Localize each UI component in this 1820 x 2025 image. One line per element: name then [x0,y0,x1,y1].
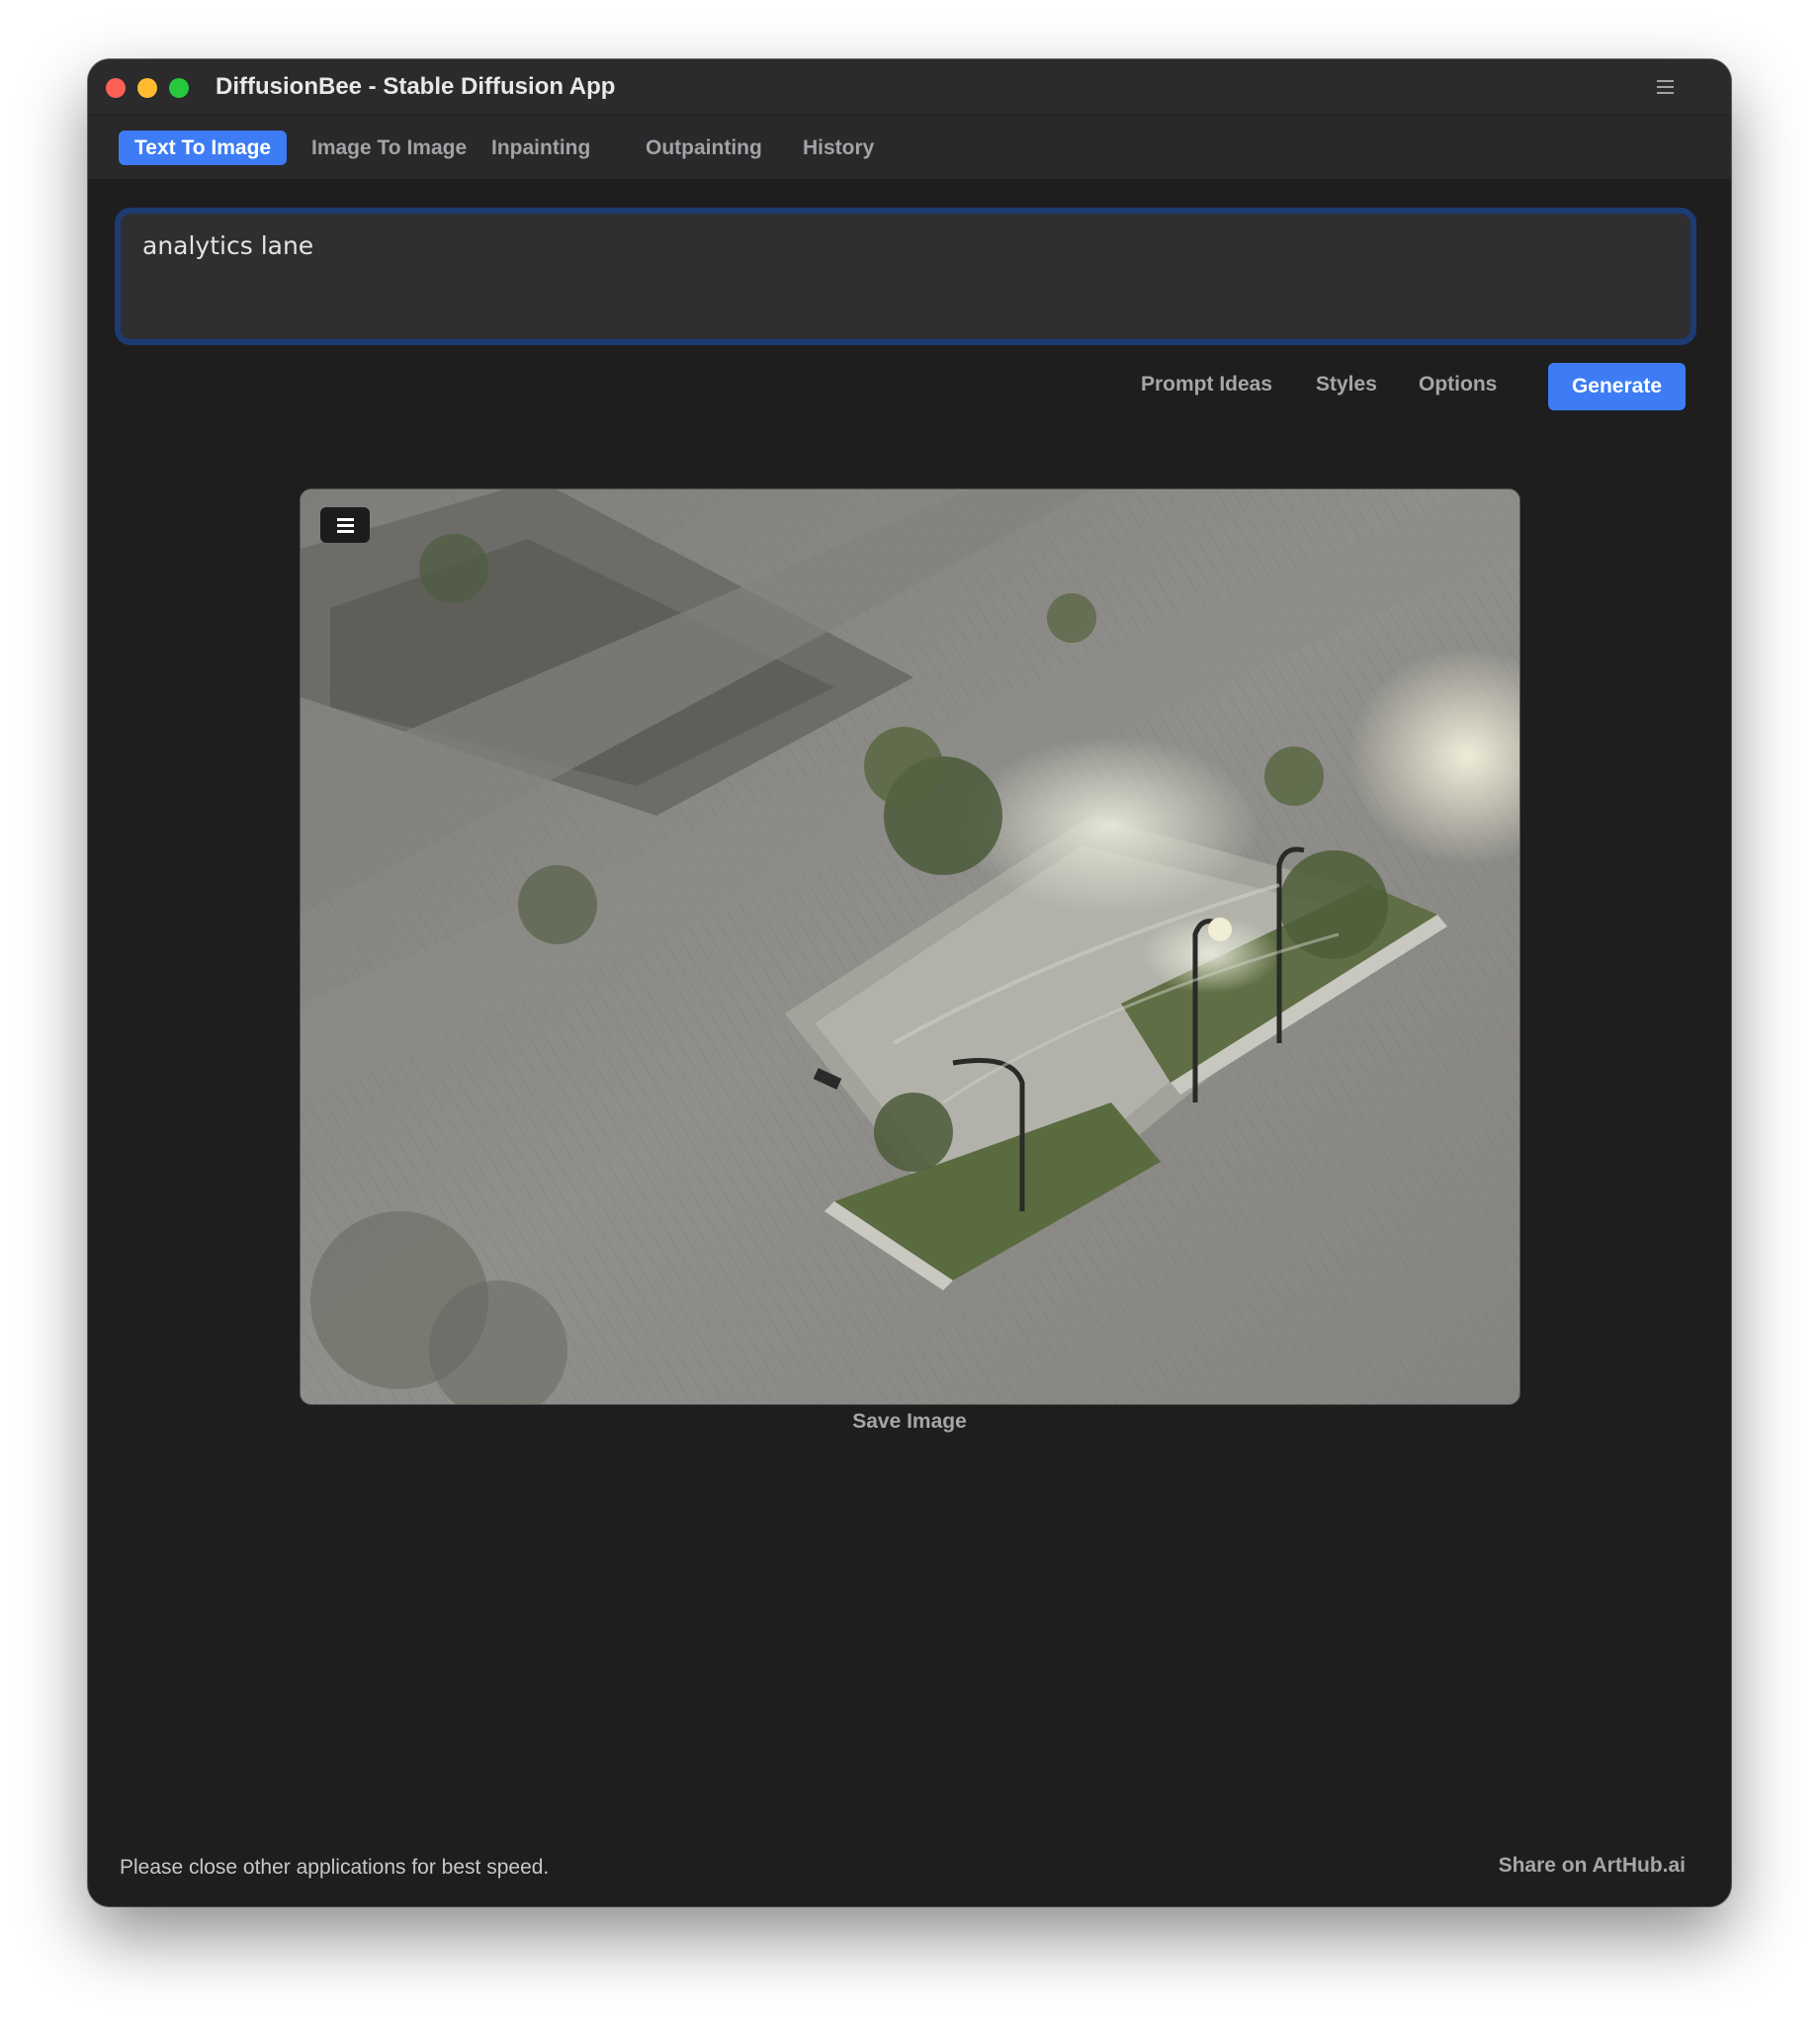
options-button[interactable]: Options [1419,373,1497,396]
tab-history[interactable]: History [787,131,890,165]
prompt-text: analytics lane [142,231,314,260]
tab-outpainting[interactable]: Outpainting [630,131,778,165]
minimize-window-button[interactable] [137,78,157,98]
generated-image [300,488,1520,1405]
app-title: DiffusionBee - Stable Diffusion App [216,73,616,100]
generate-button[interactable]: Generate [1548,363,1686,410]
hamburger-menu-icon[interactable] [1657,80,1674,95]
share-arthub-link[interactable]: Share on ArtHub.ai [1499,1854,1686,1878]
tab-text-to-image[interactable]: Text To Image [119,131,288,165]
tab-image-to-image[interactable]: Image To Image [296,131,482,165]
prompt-input[interactable]: analytics lane [115,208,1696,345]
prompt-ideas-button[interactable]: Prompt Ideas [1141,373,1272,396]
save-image-button[interactable]: Save Image [88,1410,1731,1434]
title-bar: DiffusionBee - Stable Diffusion App [88,59,1731,115]
maximize-window-button[interactable] [169,78,189,98]
generated-image-artwork [301,489,1519,1404]
styles-button[interactable]: Styles [1316,373,1377,396]
app-window: DiffusionBee - Stable Diffusion App Text… [88,59,1731,1906]
image-menu-icon[interactable] [320,507,370,543]
tab-inpainting[interactable]: Inpainting [476,131,606,165]
tab-bar: Text To Image Image To Image Inpainting … [88,115,1731,179]
close-window-button[interactable] [106,78,126,98]
status-message: Please close other applications for best… [120,1856,550,1879]
